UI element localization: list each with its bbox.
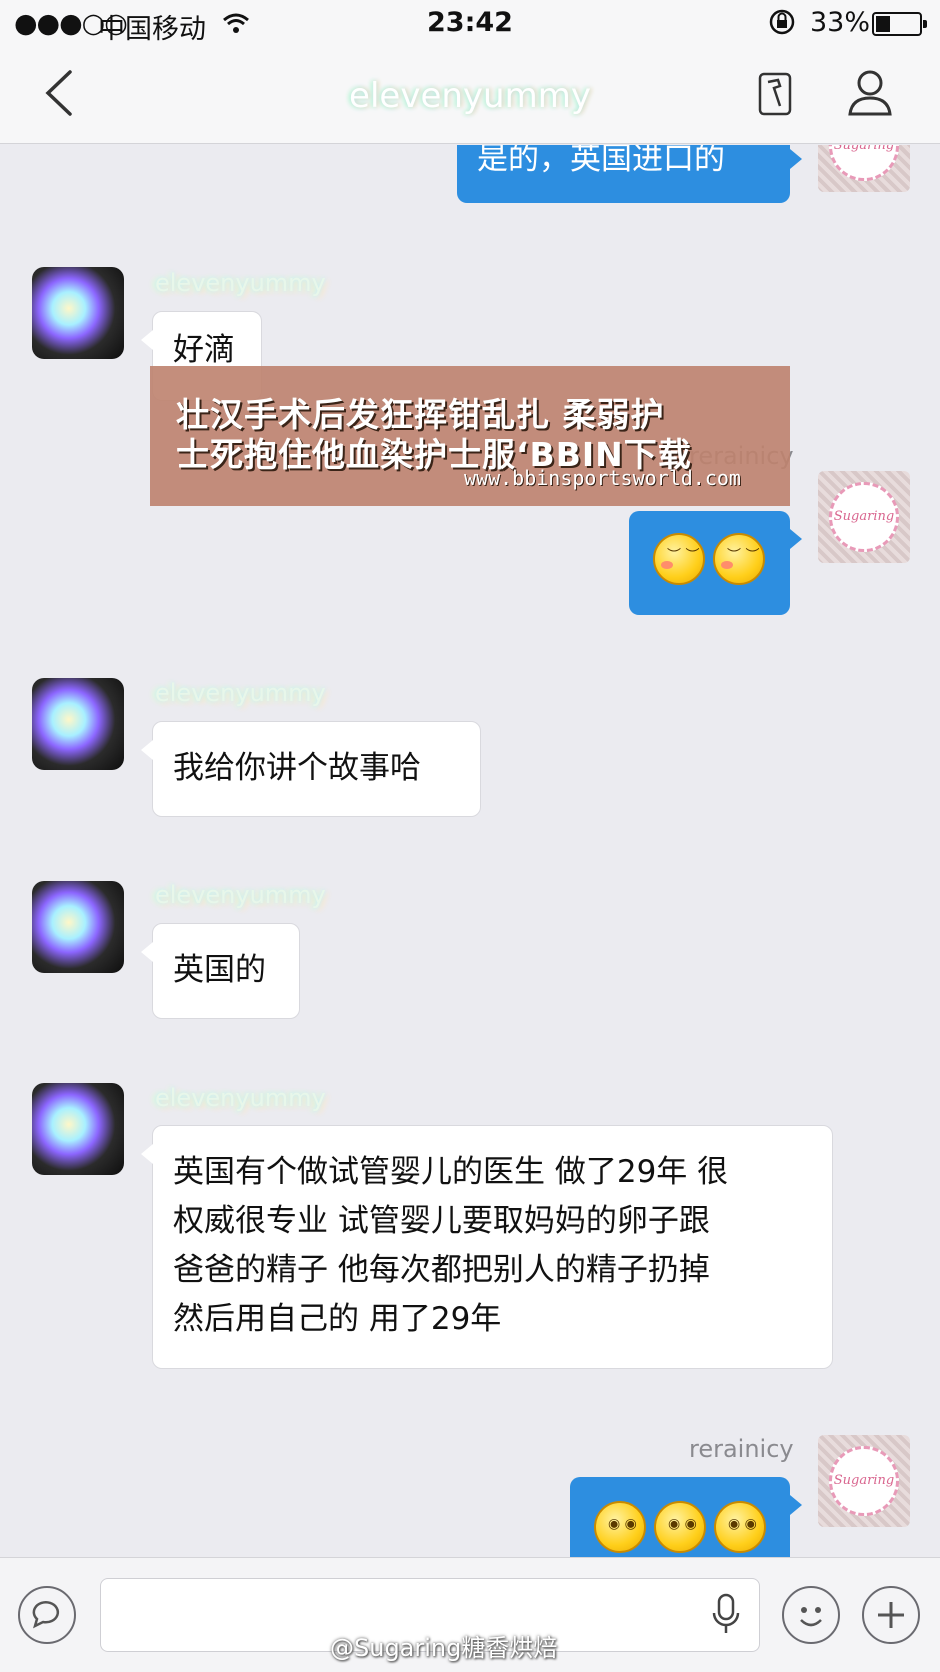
message-line: 然后用自己的 用了29年: [173, 1301, 502, 1337]
shocked-face-emoji-icon: ◉ ◉: [654, 1501, 706, 1553]
chat-title: elevenyummy: [349, 76, 591, 116]
nav-bar: elevenyummy: [0, 46, 940, 144]
microphone-icon[interactable]: [711, 1593, 741, 1641]
sender-name: rerainicy: [689, 1435, 794, 1463]
sender-name: elevenyummy: [155, 881, 326, 909]
shocked-face-emoji-icon: ◉ ◉: [714, 1501, 766, 1553]
ad-url[interactable]: www.bbinsportsworld.com: [464, 466, 741, 490]
chat-area: Sugaring 是的，英国进口的 elevenyummy 好滴 reraini…: [0, 145, 940, 1557]
sender-name: elevenyummy: [155, 269, 326, 297]
message-bubble[interactable]: 我给你讲个故事哈: [141, 721, 481, 817]
avatar-logo: Sugaring: [829, 145, 899, 181]
hammer-icon[interactable]: [758, 72, 792, 120]
emoji-message-bubble[interactable]: ︶ ︶ ︶ ︶: [629, 511, 802, 615]
message-bubble[interactable]: 英国的: [141, 923, 300, 1019]
status-bar: ●●●○○ 中国移动 23:42 33%: [0, 0, 940, 46]
avatar[interactable]: Sugaring: [818, 1435, 910, 1527]
shocked-face-emoji-icon: ◉ ◉: [594, 1501, 646, 1553]
blushing-smile-emoji-icon: ︶ ︶: [713, 533, 765, 585]
message-line: 英国有个做试管婴儿的医生 做了29年 很: [173, 1154, 729, 1190]
avatar[interactable]: Sugaring: [818, 145, 910, 192]
avatar[interactable]: [32, 267, 124, 359]
avatar-logo: Sugaring: [829, 1446, 899, 1516]
emoji-picker-icon[interactable]: [782, 1586, 840, 1644]
avatar[interactable]: [32, 678, 124, 770]
blushing-smile-emoji-icon: ︶ ︶: [653, 533, 705, 585]
message-line: 爸爸的精子 他每次都把别人的精子扔掉: [173, 1252, 710, 1288]
ad-overlay-banner[interactable]: 壮汉手术后发狂挥钳乱扎 柔弱护 士死抱住他血染护士服‘BBIN下载 www.bb…: [150, 366, 790, 506]
sender-name: elevenyummy: [155, 1084, 326, 1112]
add-attachment-plus-icon[interactable]: [862, 1586, 920, 1644]
battery-percent: 33%: [810, 7, 871, 38]
message-bubble[interactable]: 英国有个做试管婴儿的医生 做了29年 很 权威很专业 试管婴儿要取妈妈的卵子跟 …: [141, 1125, 833, 1369]
profile-icon[interactable]: [846, 68, 894, 122]
voice-chat-bubble-icon[interactable]: [18, 1586, 76, 1644]
message-bubble[interactable]: 是的，英国进口的: [457, 145, 802, 203]
weibo-watermark: @Sugaring糖稥烘焙: [330, 1634, 558, 1662]
emoji-message-bubble[interactable]: ◉ ◉ ◉ ◉ ◉ ◉: [570, 1477, 802, 1557]
message-line: 权威很专业 试管婴儿要取妈妈的卵子跟: [173, 1203, 710, 1239]
sender-name: elevenyummy: [155, 679, 326, 707]
avatar[interactable]: Sugaring: [818, 471, 910, 563]
avatar-logo: Sugaring: [829, 482, 899, 552]
clock-time: 23:42: [427, 7, 513, 38]
avatar[interactable]: [32, 881, 124, 973]
rotation-lock-icon: [768, 8, 796, 43]
battery-icon: [872, 12, 927, 36]
avatar[interactable]: [32, 1083, 124, 1175]
